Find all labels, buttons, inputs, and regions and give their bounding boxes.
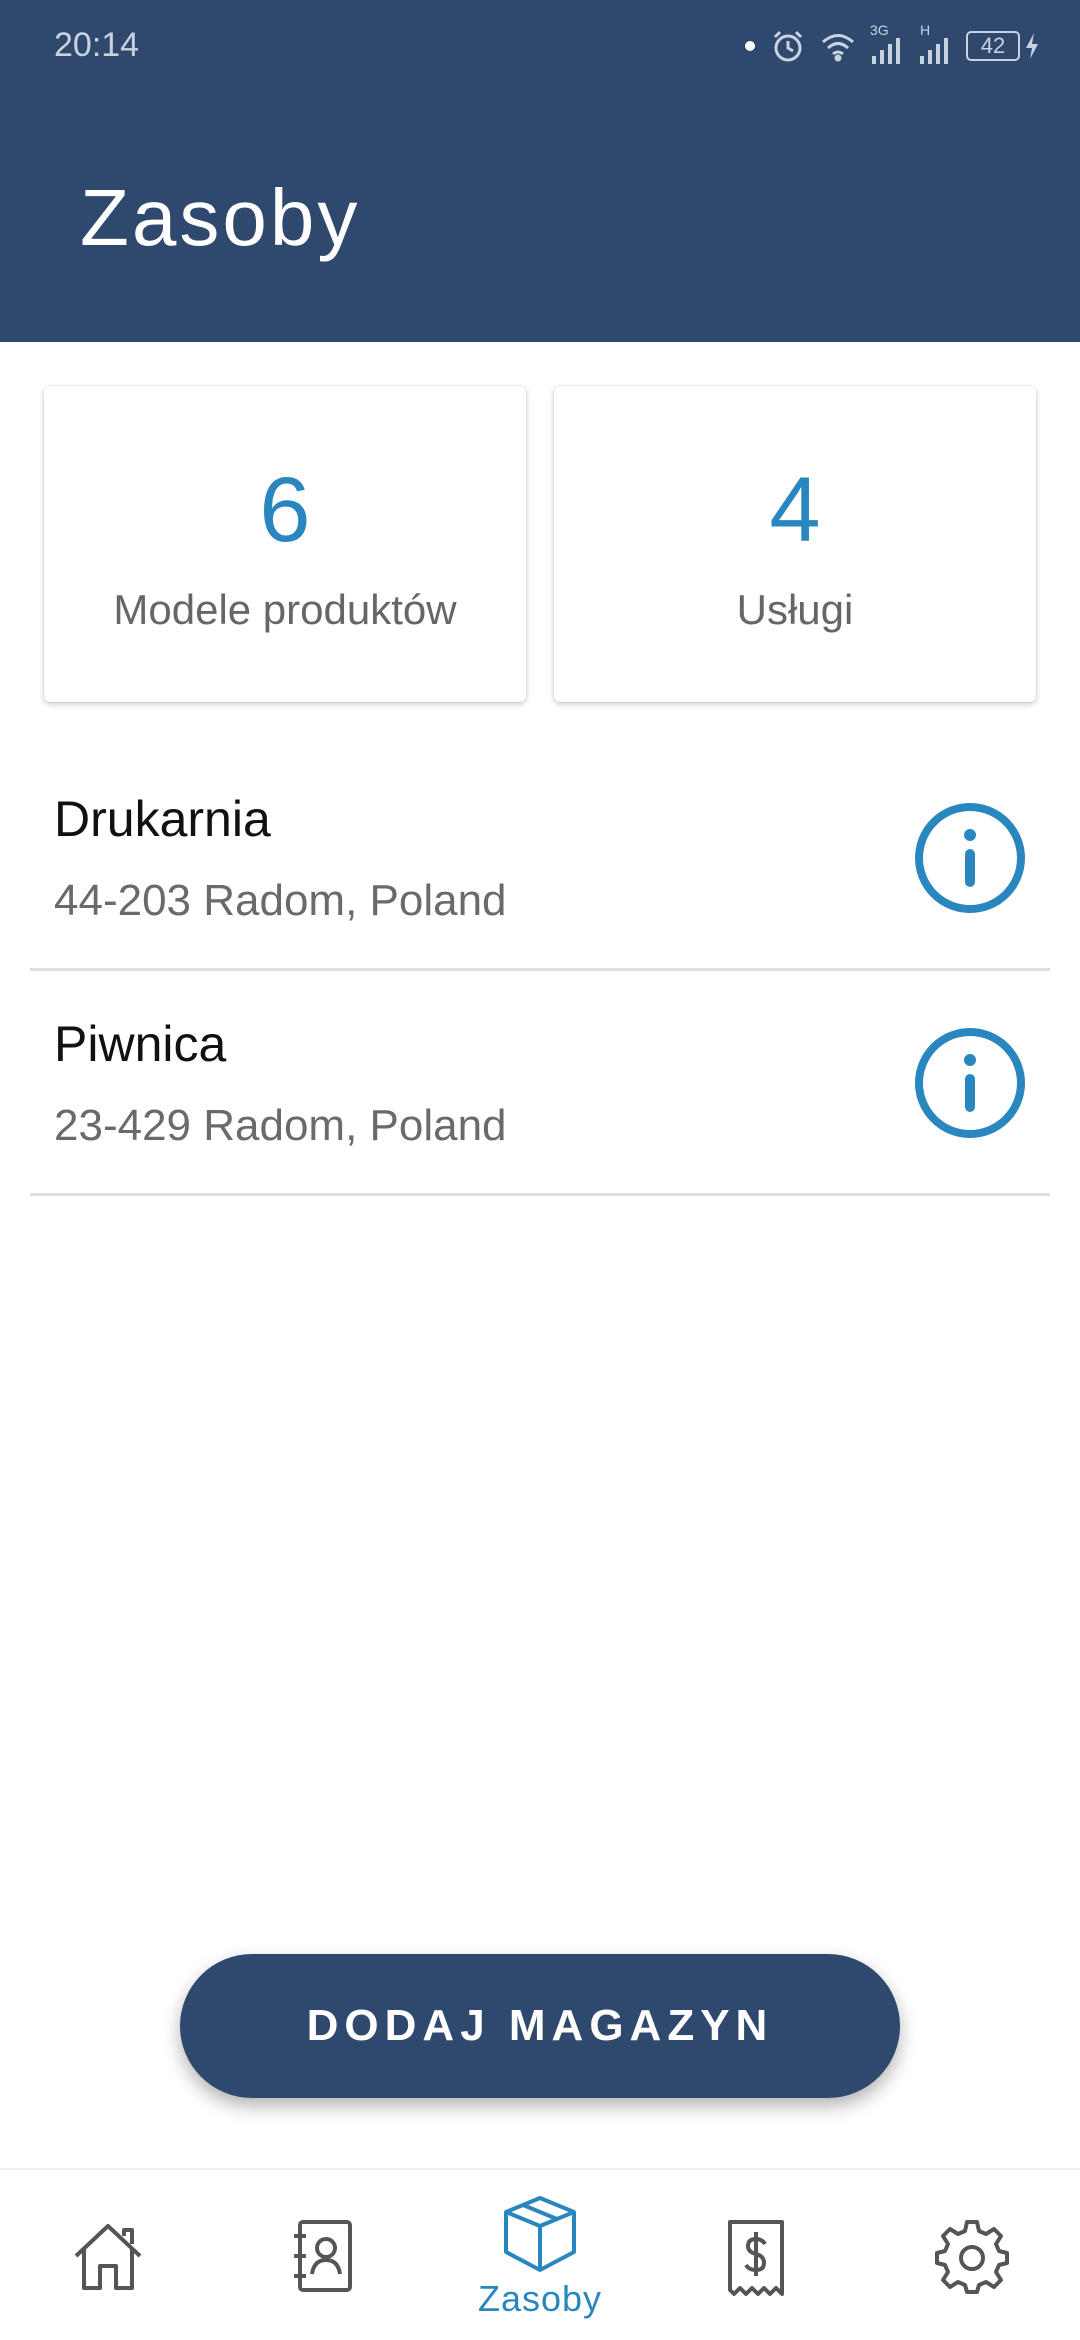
add-warehouse-button[interactable]: DODAJ MAGAZYN	[180, 1954, 900, 2098]
warehouse-address: 44-203 Radom, Poland	[54, 876, 507, 925]
warehouse-name: Drukarnia	[54, 791, 271, 847]
stats-cards: 6 Modele produktów 4 Usługi	[44, 386, 1036, 702]
nav-item-settings[interactable]	[864, 2170, 1080, 2340]
app-header: 20:14 3G H 42 Zasoby	[0, 0, 1080, 342]
signal-h-icon: H	[918, 22, 952, 66]
services-card[interactable]: 4 Usługi	[554, 386, 1036, 702]
info-icon[interactable]	[914, 802, 1026, 914]
status-time: 20:14	[54, 26, 140, 64]
warehouse-name: Piwnica	[54, 1016, 227, 1072]
services-count: 4	[769, 459, 821, 561]
home-icon	[74, 2224, 142, 2290]
network-type-label: 3G	[870, 22, 889, 38]
network-type-label: H	[920, 22, 931, 38]
warehouse-item-drukarnia[interactable]: Drukarnia 44-203 Radom, Poland	[30, 746, 1050, 971]
notification-dot-icon	[744, 40, 756, 52]
page-title: Zasoby	[80, 173, 361, 262]
signal-3g-icon: 3G	[870, 22, 904, 66]
receipt-icon	[728, 2220, 784, 2296]
status-bar: 20:14 3G H 42	[0, 0, 1080, 90]
info-icon[interactable]	[914, 1027, 1026, 1139]
product-models-card[interactable]: 6 Modele produktów	[44, 386, 526, 702]
warehouse-address: 23-429 Radom, Poland	[54, 1101, 507, 1150]
box-icon	[504, 2196, 576, 2272]
product-models-label: Modele produktów	[113, 586, 457, 633]
wifi-icon	[820, 30, 856, 62]
contacts-icon	[294, 2220, 352, 2292]
warehouse-item-piwnica[interactable]: Piwnica 23-429 Radom, Poland	[30, 971, 1050, 1196]
gear-icon	[935, 2220, 1009, 2294]
charging-icon	[1026, 33, 1038, 59]
screen: 20:14 3G H 42 Zasoby 6 Modele produktów …	[0, 0, 1080, 2340]
battery-indicator: 42	[966, 31, 1040, 61]
battery-level: 42	[966, 31, 1020, 61]
product-models-count: 6	[259, 459, 311, 561]
nav-label-zasoby: Zasoby	[477, 2278, 603, 2319]
alarm-icon	[770, 28, 806, 64]
nav-item-home[interactable]	[0, 2170, 216, 2340]
status-icons: 3G H 42	[744, 22, 1040, 70]
warehouse-list: Drukarnia 44-203 Radom, Poland Piwnica 2…	[30, 746, 1050, 1196]
nav-item-zasoby[interactable]: Zasoby	[432, 2170, 648, 2340]
nav-item-receipts[interactable]	[648, 2170, 864, 2340]
services-label: Usługi	[736, 586, 854, 633]
bottom-nav: Zasoby	[0, 2168, 1080, 2340]
nav-item-contacts[interactable]	[216, 2170, 432, 2340]
